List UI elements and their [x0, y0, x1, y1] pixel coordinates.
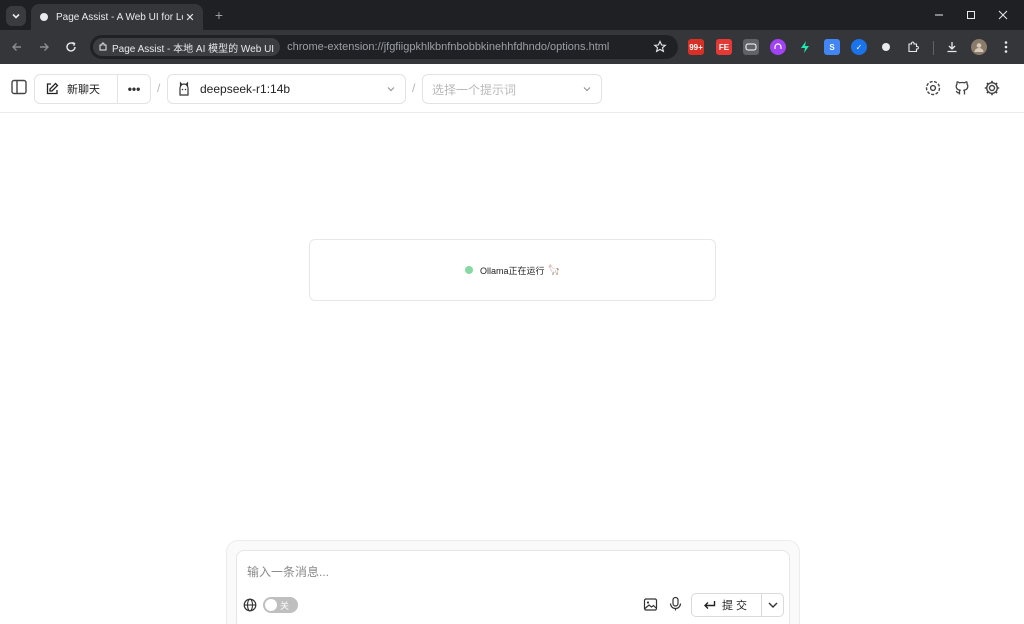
toggle-label: 关 — [280, 601, 290, 611]
star-icon — [653, 40, 667, 53]
more-options-button[interactable]: ••• — [118, 75, 150, 103]
check-extension[interactable]: ✓ — [851, 39, 867, 55]
enter-icon — [704, 600, 716, 609]
settings-button[interactable] — [983, 79, 1001, 97]
check-label: ✓ — [855, 42, 863, 52]
s-extension[interactable]: S — [824, 39, 840, 55]
back-button[interactable] — [8, 38, 26, 56]
prompt-select[interactable]: 选择一个提示词 — [422, 74, 602, 104]
browser-menu-button[interactable] — [998, 39, 1014, 55]
reload-button[interactable] — [62, 38, 80, 56]
download-icon — [947, 42, 957, 53]
model-name: deepseek-r1:14b — [200, 82, 291, 96]
puzzle-icon — [908, 41, 919, 53]
site-info-chip[interactable]: Page Assist - 本地 AI 模型的 Web UI — [93, 38, 281, 56]
arrow-right-icon — [40, 43, 49, 51]
arrow-left-icon — [12, 43, 21, 51]
llama-icon — [179, 81, 189, 96]
chevron-down-icon — [768, 602, 777, 608]
breadcrumb-separator: / — [157, 81, 161, 95]
downloads-button[interactable] — [944, 39, 960, 55]
bolt-extension[interactable] — [797, 39, 813, 55]
profile-avatar[interactable] — [971, 39, 987, 55]
cog-icon — [925, 80, 941, 96]
image-icon — [643, 598, 658, 611]
gamepad-icon — [745, 43, 757, 51]
lightning-icon — [801, 41, 809, 53]
avatar-icon — [974, 43, 984, 52]
submit-options-dropdown[interactable] — [762, 594, 783, 616]
active-tab[interactable]: Page Assist - A Web UI for Lo ✕ — [31, 4, 203, 30]
message-composer: 关 提交 — [236, 550, 790, 624]
message-input[interactable] — [247, 563, 767, 581]
s-label: S — [829, 42, 835, 52]
microphone-icon — [669, 596, 682, 611]
dot-extension[interactable] — [878, 39, 894, 55]
globe-icon — [243, 598, 257, 612]
model-select[interactable]: deepseek-r1:14b — [167, 74, 406, 104]
reload-icon — [66, 41, 76, 52]
voice-input-button[interactable] — [668, 596, 683, 612]
gamepad-extension[interactable] — [743, 39, 759, 55]
sidebar-icon — [11, 79, 27, 95]
edit-icon — [46, 82, 59, 95]
badge-count: 99+ — [689, 42, 703, 52]
site-chip-label: Page Assist - 本地 AI 模型的 Web UI — [112, 43, 275, 55]
fe-extension[interactable]: FE — [716, 39, 732, 55]
new-chat-label: 新聊天 — [67, 84, 100, 96]
maximize-button[interactable] — [956, 4, 986, 26]
toolbar-divider — [933, 41, 934, 55]
tab-favicon-icon — [40, 13, 48, 21]
ollama-status-card: Ollama正在运行 🦙 — [309, 239, 716, 301]
fe-label: FE — [718, 42, 730, 52]
sidebar-toggle-button[interactable] — [10, 78, 28, 96]
submit-button[interactable]: 提交 — [692, 594, 762, 616]
new-chat-button[interactable]: 新聊天 — [35, 75, 118, 103]
submit-button-group: 提交 — [691, 593, 784, 617]
extension-page-icon — [99, 42, 107, 51]
breadcrumb-separator: / — [412, 81, 416, 95]
status-text: Ollama正在运行 — [480, 265, 545, 276]
address-bar[interactable]: Page Assist - 本地 AI 模型的 Web UI chrome-ex… — [90, 35, 678, 59]
bookmark-star-button[interactable] — [652, 39, 668, 55]
minimize-icon — [935, 14, 943, 16]
tab-close-icon[interactable]: ✕ — [183, 11, 197, 24]
kebab-menu-icon — [1004, 41, 1008, 53]
tab-title: Page Assist - A Web UI for Lo — [56, 11, 183, 23]
browser-tab-bar: Page Assist - A Web UI for Lo ✕ + — [0, 0, 1024, 30]
chevron-down-icon — [583, 87, 591, 92]
prompt-select-placeholder: 选择一个提示词 — [432, 82, 517, 97]
url-text[interactable]: chrome-extension://jfgfiigpkhlkbnfnbobbk… — [287, 41, 609, 53]
model-settings-button[interactable] — [924, 79, 942, 97]
browser-toolbar: Page Assist - 本地 AI 模型的 Web UI chrome-ex… — [0, 30, 1024, 64]
chevron-down-icon — [387, 87, 395, 92]
github-icon — [955, 81, 969, 95]
forward-button[interactable] — [35, 38, 53, 56]
llama-emoji-icon: 🦙 — [547, 264, 560, 276]
close-icon — [998, 10, 1008, 20]
submit-label: 提交 — [722, 600, 750, 612]
status-indicator-dot — [465, 266, 474, 274]
chevron-down-icon — [12, 13, 20, 19]
minimize-button[interactable] — [924, 4, 954, 26]
upload-image-button[interactable] — [643, 597, 658, 612]
chat-actions-group: 新聊天 ••• — [34, 74, 151, 104]
headphones-icon — [774, 43, 782, 49]
web-search-toggle[interactable]: 关 — [263, 597, 298, 613]
extensions-menu-button[interactable] — [905, 39, 921, 55]
web-search-button[interactable] — [243, 598, 257, 612]
notification-badge-extension[interactable]: 99+ — [688, 39, 704, 55]
new-tab-button[interactable]: + — [211, 6, 227, 24]
purple-extension[interactable] — [770, 39, 786, 55]
tab-search-button[interactable] — [6, 6, 26, 26]
dot-icon — [882, 43, 890, 51]
app-header: 新聊天 ••• / deepseek-r1:14b / 选择一个提示词 — [0, 64, 1024, 113]
close-window-button[interactable] — [988, 4, 1018, 26]
maximize-icon — [967, 11, 975, 19]
toggle-knob — [265, 599, 277, 611]
github-link-button[interactable] — [953, 79, 971, 97]
gear-icon — [984, 80, 1000, 96]
